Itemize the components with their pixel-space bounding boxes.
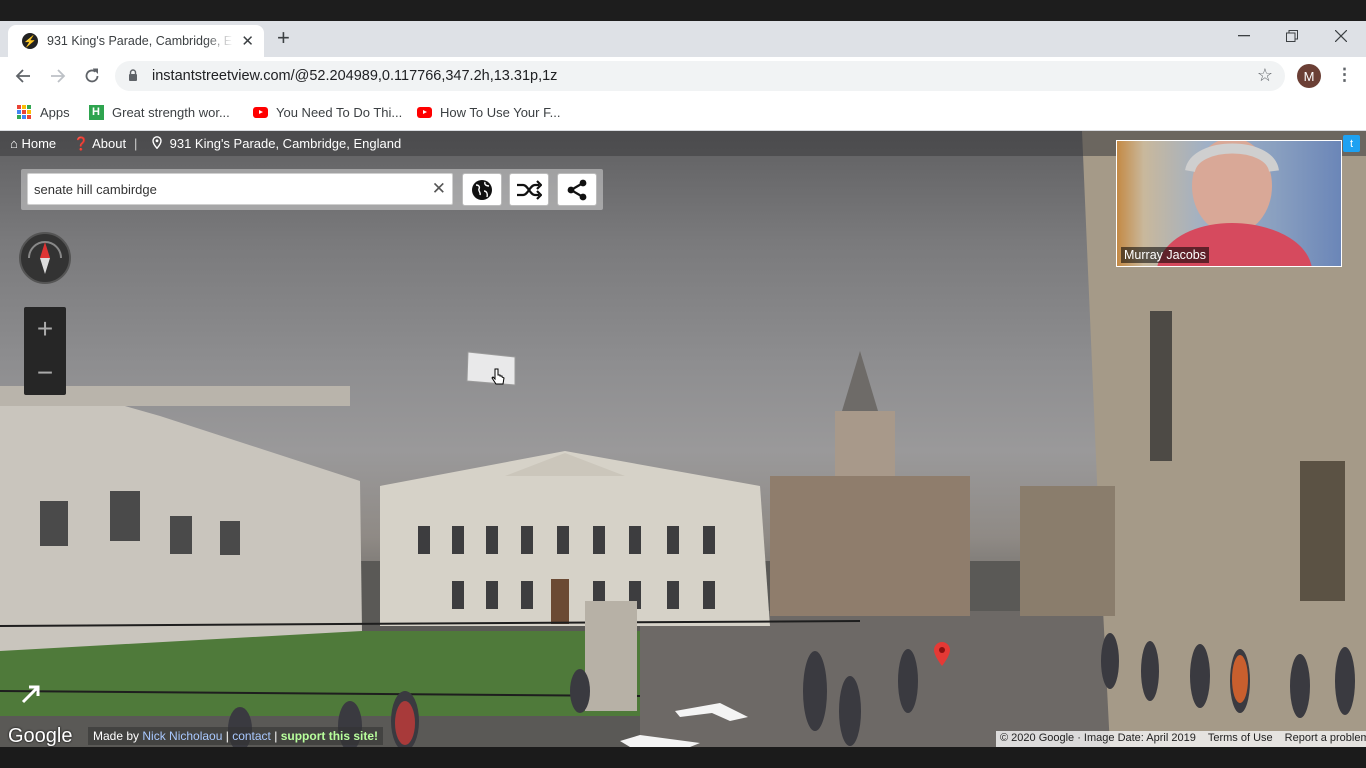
browser-menu-icon[interactable]: ⋮ (1336, 65, 1353, 85)
minimize-icon[interactable] (1238, 35, 1250, 37)
zoom-out-button[interactable]: − (24, 351, 66, 395)
about-link[interactable]: ❓ About (73, 136, 126, 152)
bookmark-label: Apps (40, 104, 70, 120)
apps-grid-icon (16, 104, 32, 120)
zoom-control: + − (24, 307, 66, 395)
clear-search-icon[interactable]: ✕ (432, 179, 446, 199)
bookmark-great-strength[interactable]: H Great strength wor... (88, 104, 230, 120)
reload-icon[interactable] (84, 68, 100, 84)
credits-separator: | (270, 729, 281, 743)
compass-needle-icon (28, 241, 62, 274)
current-location: 931 King's Parade, Cambridge, England (152, 136, 401, 151)
bookmark-label: Great strength wor... (112, 104, 230, 120)
url-text: instantstreetview.com/@52.204989,0.11776… (152, 68, 558, 84)
site-favicon-icon: ⚡ (22, 33, 38, 49)
bookmark-label: You Need To Do Thi... (276, 104, 403, 120)
browser-tab-strip: ⚡ 931 King's Parade, Cambridge, E ✕ + (0, 21, 1366, 57)
bookmark-how-to-use[interactable]: How To Use Your F... (416, 104, 560, 120)
globe-button[interactable] (462, 173, 502, 206)
contact-link[interactable]: contact (232, 729, 271, 743)
author-link[interactable]: Nick Nicholaou (142, 729, 222, 743)
zoom-in-button[interactable]: + (24, 307, 66, 351)
youtube-icon (416, 104, 432, 120)
participant-name: Murray Jacobs (1121, 247, 1209, 263)
browser-tab-active[interactable]: ⚡ 931 King's Parade, Cambridge, E ✕ (8, 25, 264, 57)
bookmark-you-need[interactable]: You Need To Do Thi... (252, 104, 402, 120)
bookmarks-bar: Apps H Great strength wor... You Need To… (0, 95, 1366, 131)
shuffle-button[interactable] (509, 173, 549, 206)
share-icon (567, 179, 587, 200)
os-bottom-bar (0, 747, 1366, 768)
h-favicon-icon: H (88, 104, 104, 120)
location-pin-icon (152, 136, 162, 150)
forward-icon[interactable] (50, 68, 66, 84)
back-icon[interactable] (15, 68, 31, 84)
site-credits: Made by Nick Nicholaou | contact | suppo… (88, 727, 384, 745)
map-marker-icon[interactable] (934, 642, 950, 666)
compass-control[interactable] (19, 232, 71, 284)
about-label: About (92, 136, 127, 151)
tab-close-icon[interactable]: ✕ (241, 32, 254, 50)
share-button[interactable] (557, 173, 597, 206)
copyright-text: © 2020 Google · Image Date: April 2019 (1000, 732, 1196, 744)
search-panel: senate hill cambirdge ✕ (21, 169, 603, 210)
twitter-icon[interactable]: t (1343, 135, 1360, 152)
bookmark-apps[interactable]: Apps (16, 104, 70, 120)
close-window-icon[interactable] (1335, 30, 1347, 42)
home-icon: ⌂ (10, 136, 18, 151)
report-problem-link[interactable]: Report a problem (1285, 732, 1366, 746)
new-tab-button[interactable]: + (277, 27, 290, 49)
question-circle-icon: ❓ (73, 136, 90, 151)
terms-link[interactable]: Terms of Use (1208, 732, 1273, 746)
address-bar[interactable]: instantstreetview.com/@52.204989,0.11776… (115, 61, 1285, 91)
profile-avatar[interactable]: M (1297, 64, 1321, 88)
search-input[interactable]: senate hill cambirdge ✕ (27, 173, 453, 205)
nav-separator: | (134, 136, 138, 151)
tab-title: 931 King's Parade, Cambridge, E (47, 34, 233, 48)
video-call-overlay: Murray Jacobs (1116, 140, 1342, 267)
bookmark-label: How To Use Your F... (440, 104, 561, 120)
globe-icon (472, 179, 492, 200)
map-attribution: © 2020 Google · Image Date: April 2019 T… (996, 731, 1366, 747)
home-label: Home (21, 136, 57, 151)
os-top-bar (0, 0, 1366, 21)
browser-toolbar: instantstreetview.com/@52.204989,0.11776… (0, 57, 1366, 95)
google-logo: Google (8, 725, 73, 747)
street-view-panorama[interactable]: ⌂ Home ❓ About | 931 King's Parade, Camb… (0, 131, 1366, 747)
expand-arrow-icon[interactable] (20, 683, 42, 705)
shuffle-icon (517, 179, 542, 200)
location-label: 931 King's Parade, Cambridge, England (169, 136, 402, 151)
search-input-value: senate hill cambirdge (34, 182, 157, 197)
hand-cursor-icon (491, 368, 505, 385)
bookmark-star-icon[interactable]: ☆ (1257, 65, 1273, 86)
made-by-label: Made by (93, 729, 143, 743)
restore-icon[interactable] (1286, 30, 1298, 42)
lock-icon (129, 69, 137, 81)
home-link[interactable]: ⌂ Home (10, 136, 56, 151)
youtube-icon (252, 104, 268, 120)
support-link[interactable]: support this site! (281, 729, 378, 743)
credits-separator: | (222, 729, 233, 743)
